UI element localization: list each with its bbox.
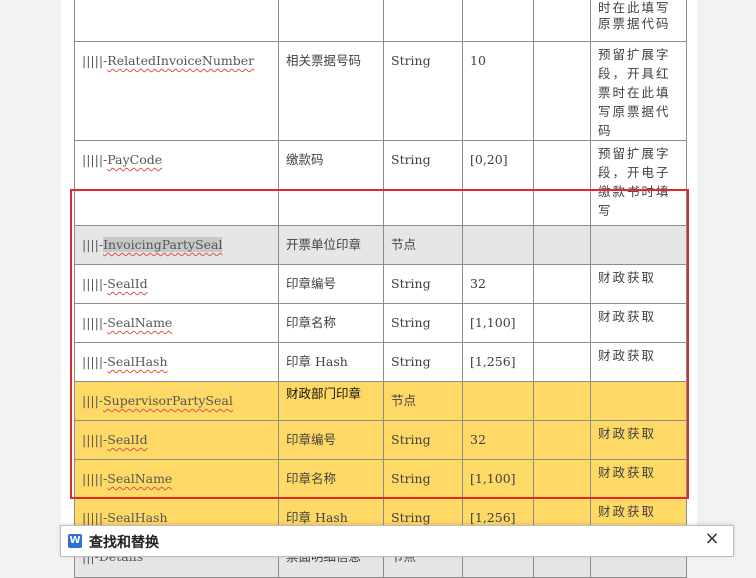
cell-length [462, 225, 534, 265]
table-row[interactable]: |||||-SealHash 印章 Hash String [1,256] 财政… [74, 342, 687, 382]
table-row[interactable]: |||||-SealId 印章编号 String 32 财政获取 [74, 264, 687, 304]
cell-cn-name: 财政部门印章 [278, 381, 384, 421]
cell-desc [590, 225, 687, 265]
cell-name: |||||-PayCode [74, 140, 279, 226]
cell-type: String [383, 140, 463, 226]
cell-type: 节点 [383, 381, 463, 421]
table-row[interactable]: |||||-SealName 印章名称 String [1,100] 财政获取 [74, 303, 687, 343]
find-replace-dialog[interactable]: W 查找和替换 × [60, 525, 734, 557]
cell-cn-name: 相关票据号码 [278, 41, 384, 141]
cell-extra [533, 264, 591, 304]
cell-cn-name: 印章编号 [278, 264, 384, 304]
cell-desc: 时在此填写原票据代码 [590, 0, 687, 42]
cell-cn-name: 缴款码 [278, 140, 384, 226]
cell-desc: 财政获取 [590, 264, 687, 304]
cell-desc [590, 381, 687, 421]
table-row[interactable]: |||||-RelatedInvoiceNumber 相关票据号码 String… [74, 41, 687, 141]
field-name: SealId [107, 276, 148, 291]
cell-extra [533, 459, 591, 499]
cell-name: ||||-SupervisorPartySeal [74, 381, 279, 421]
cell-cn-name: 印章 Hash [278, 342, 384, 382]
cell-name: |||||-SealName [74, 303, 279, 343]
cell-name [74, 0, 279, 42]
field-name: SealName [107, 471, 173, 486]
cell-name: |||||-SealId [74, 264, 279, 304]
cell-length: [1,100] [462, 459, 534, 499]
cell-type: 节点 [383, 225, 463, 265]
cell-length: [1,256] [462, 342, 534, 382]
cell-extra [533, 342, 591, 382]
cell-type: String [383, 342, 463, 382]
close-icon[interactable]: × [703, 530, 721, 548]
cell-length: 32 [462, 420, 534, 460]
cell-cn-name: 印章编号 [278, 420, 384, 460]
cell-type: String [383, 41, 463, 141]
table-row[interactable]: |||||-SealName 印章名称 String [1,100] 财政获取 [74, 459, 687, 499]
field-name: SealHash [107, 510, 168, 525]
cell-desc: 预留扩展字段，开具红票时在此填写原票据代码 [590, 41, 687, 141]
cell-cn-name: 印章名称 [278, 303, 384, 343]
cell-name: |||||-SealId [74, 420, 279, 460]
cell-desc: 财政获取 [590, 303, 687, 343]
field-name: SealName [107, 315, 173, 330]
cell-length: 10 [462, 41, 534, 141]
cell-length: [0,20] [462, 140, 534, 226]
cell-type: String [383, 420, 463, 460]
cell-extra [533, 420, 591, 460]
field-name: RelatedInvoiceNumber [107, 53, 255, 68]
cell-length [462, 381, 534, 421]
cell-extra [533, 303, 591, 343]
cell-extra [533, 140, 591, 226]
spec-table: 时在此填写原票据代码 |||||-RelatedInvoiceNumber 相关… [74, 0, 687, 578]
field-name: SealId [107, 432, 148, 447]
cell-extra [533, 41, 591, 141]
table-row-node[interactable]: ||||-InvoicingPartySeal 开票单位印章 节点 [74, 225, 687, 265]
cell-cn-name: 印章名称 [278, 459, 384, 499]
cell-name: |||||-RelatedInvoiceNumber [74, 41, 279, 141]
field-name: SupervisorPartySeal [103, 393, 233, 408]
cell-extra [533, 381, 591, 421]
cell-desc: 财政获取 [590, 342, 687, 382]
table-row-previous: 时在此填写原票据代码 [74, 0, 687, 42]
cell-cn-name: 开票单位印章 [278, 225, 384, 265]
cell-name: |||||-SealHash [74, 342, 279, 382]
table-row-node[interactable]: ||||-SupervisorPartySeal 财政部门印章 节点 [74, 381, 687, 421]
table-row[interactable]: |||||-SealId 印章编号 String 32 财政获取 [74, 420, 687, 460]
cell-length: [1,100] [462, 303, 534, 343]
field-name: SealHash [107, 354, 168, 369]
table-row[interactable]: |||||-PayCode 缴款码 String [0,20] 预留扩展字段，开… [74, 140, 687, 226]
cell-name: |||||-SealName [74, 459, 279, 499]
cell-type: String [383, 459, 463, 499]
wps-app-icon: W [68, 534, 82, 548]
dialog-title: 查找和替换 [89, 535, 159, 551]
cell-desc: 预留扩展字段，开电子缴款书时填写 [590, 140, 687, 226]
cell-length: 32 [462, 264, 534, 304]
cell-type: String [383, 303, 463, 343]
field-name: PayCode [107, 152, 163, 167]
cell-name: ||||-InvoicingPartySeal [74, 225, 279, 265]
field-name-selected: InvoicingPartySeal [103, 237, 223, 252]
cell-type: String [383, 264, 463, 304]
cell-desc: 财政获取 [590, 420, 687, 460]
cell-extra [533, 225, 591, 265]
cell-desc: 财政获取 [590, 459, 687, 499]
